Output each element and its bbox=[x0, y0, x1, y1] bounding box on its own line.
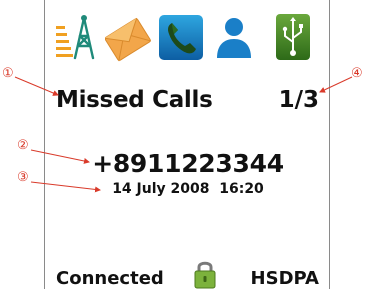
callout-4: ④ bbox=[351, 66, 363, 81]
connection-status: Connected bbox=[56, 268, 164, 289]
signal-tower-icon[interactable] bbox=[53, 12, 99, 62]
phone-screen: Missed Calls 1/3 +8911223344 14 July 200… bbox=[44, 0, 330, 289]
caller-number[interactable]: +8911223344 bbox=[45, 149, 331, 178]
phone-icon[interactable] bbox=[158, 12, 204, 62]
padlock-icon bbox=[194, 261, 216, 289]
envelope-icon[interactable] bbox=[105, 12, 151, 62]
callout-1: ① bbox=[2, 66, 14, 81]
callout-3: ③ bbox=[17, 170, 29, 185]
usb-icon[interactable] bbox=[273, 12, 313, 62]
network-type: HSDPA bbox=[250, 268, 319, 289]
call-datetime: 14 July 2008 16:20 bbox=[112, 181, 264, 197]
callout-2: ② bbox=[17, 138, 29, 153]
page-indicator: 1/3 bbox=[278, 87, 319, 113]
contact-icon[interactable] bbox=[211, 12, 257, 62]
screen-title: Missed Calls bbox=[56, 87, 213, 113]
